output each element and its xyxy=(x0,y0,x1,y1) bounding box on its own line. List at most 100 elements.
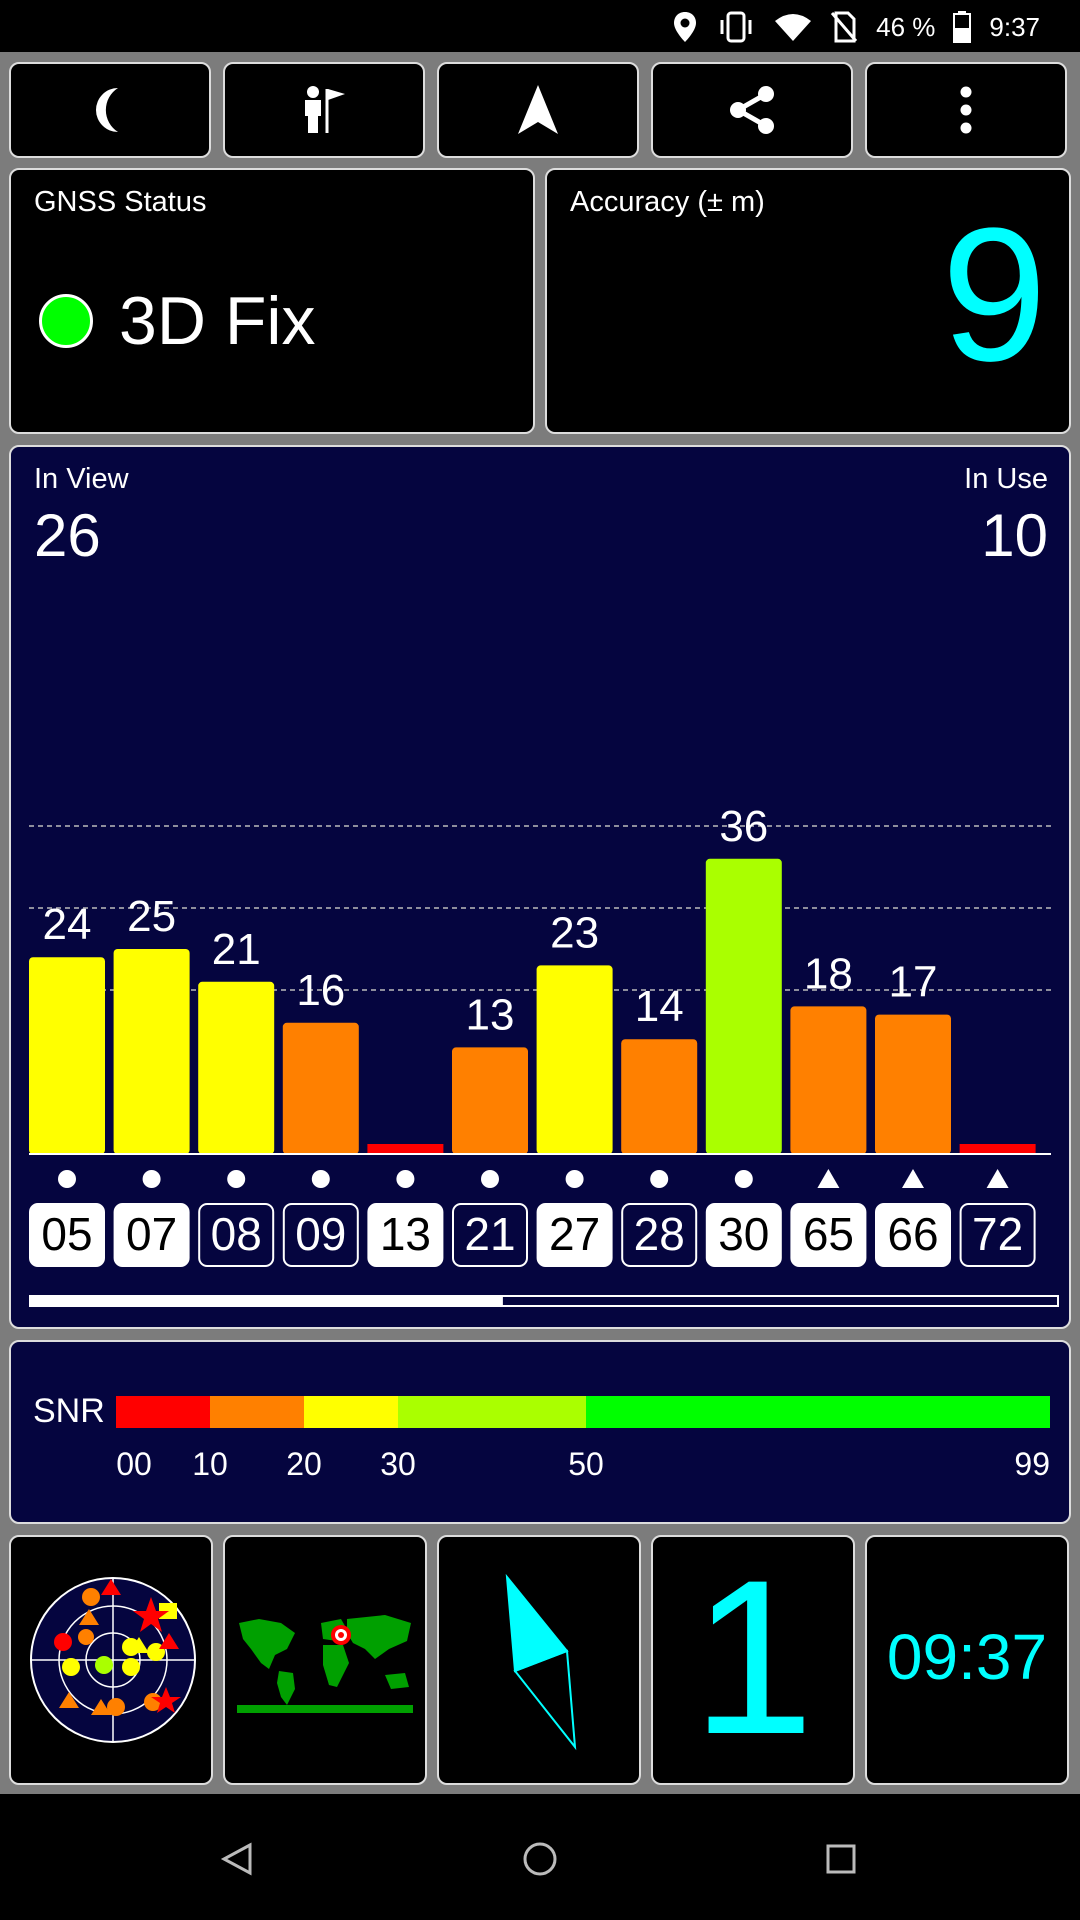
snr-scale-segment xyxy=(398,1396,586,1428)
bar-value-label: 21 xyxy=(212,925,261,974)
bar-value-label: 36 xyxy=(719,802,768,851)
bar-value-label: 18 xyxy=(804,949,853,998)
snr-bar-chart: 24 05 25 07 21 08 16 09 13 13 21 23 27 14 28 36 30 18 65 17… xyxy=(29,802,1059,1307)
signal-bar xyxy=(790,1006,867,1154)
constellation-marker-circle xyxy=(734,1170,753,1188)
constellation-marker-circle xyxy=(58,1170,76,1188)
world-map-icon xyxy=(237,1615,413,1713)
navigation-bar xyxy=(0,1794,1080,1920)
gnss-status-panel[interactable]: GNSS Status 3D Fix xyxy=(9,168,535,434)
battery-icon xyxy=(953,11,972,43)
signal-bar xyxy=(29,957,105,1154)
compass-tile[interactable] xyxy=(437,1535,641,1785)
navigation-button[interactable] xyxy=(437,62,639,158)
compass-icon xyxy=(505,1573,577,1751)
bar-value-label: 13 xyxy=(466,990,515,1039)
constellation-marker-circle xyxy=(650,1170,669,1188)
signal-bar xyxy=(198,981,275,1154)
prn-label: 13 xyxy=(380,1208,431,1260)
status-time: 9:37 xyxy=(989,11,1040,42)
bar-value-label: 24 xyxy=(43,900,92,949)
prn-label: 30 xyxy=(718,1208,769,1260)
snr-tick-label: 10 xyxy=(192,1446,228,1482)
scrollbar-thumb xyxy=(30,1296,503,1306)
status-bar: 46 % 9:37 xyxy=(0,0,1080,52)
snr-tick-label: 99 xyxy=(1014,1446,1050,1482)
satellite-signal-panel[interactable]: In View 26 In Use 10 24 05 25 07 21 08 16 09 13 1… xyxy=(9,445,1071,1329)
signal-bar xyxy=(113,949,190,1154)
prn-label: 05 xyxy=(41,1208,92,1260)
world-map-tile[interactable] xyxy=(223,1535,427,1785)
signal-bar xyxy=(536,965,613,1154)
sky-plot-icon xyxy=(30,1577,196,1743)
constellation-marker-triangle xyxy=(986,1169,1009,1188)
no-sim-icon xyxy=(830,11,858,43)
constellation-marker-triangle xyxy=(817,1169,840,1188)
prn-label: 72 xyxy=(972,1208,1023,1260)
constellation-marker-triangle xyxy=(902,1169,924,1188)
location-icon xyxy=(674,12,697,42)
home-icon xyxy=(523,1842,557,1876)
person-flag-icon xyxy=(305,86,345,133)
home-button[interactable] xyxy=(505,1824,575,1894)
constellation-marker-circle xyxy=(481,1170,499,1188)
accuracy-panel[interactable]: Accuracy (± m) 9 xyxy=(545,168,1071,434)
clock-value: 09:37 xyxy=(886,1621,1048,1693)
wifi-icon xyxy=(775,14,812,41)
snr-scale-segment xyxy=(304,1396,398,1428)
signal-bar xyxy=(959,1144,1036,1154)
snr-scale-segment xyxy=(116,1396,210,1428)
snr-tick-label: 20 xyxy=(286,1446,322,1482)
signal-bar xyxy=(705,858,782,1154)
accuracy-label: Accuracy (± m) xyxy=(570,186,765,218)
signal-bar xyxy=(367,1144,444,1154)
prn-label: 65 xyxy=(803,1208,854,1260)
person-flag-button[interactable] xyxy=(223,62,425,158)
constellation-marker-circle xyxy=(565,1170,584,1188)
snr-tick-label: 00 xyxy=(116,1446,152,1482)
battery-percent: 46 % xyxy=(876,11,936,42)
prn-label: 28 xyxy=(634,1208,685,1260)
navigation-arrow-icon xyxy=(518,85,558,134)
prn-label: 21 xyxy=(464,1208,515,1260)
share-button[interactable] xyxy=(651,62,853,158)
clock-tile[interactable]: 09:37 xyxy=(865,1535,1069,1785)
recents-button[interactable] xyxy=(806,1824,876,1894)
bar-value-label: 17 xyxy=(889,958,938,1007)
vibrate-icon xyxy=(720,11,752,43)
back-icon xyxy=(220,1842,252,1876)
constellation-marker-circle xyxy=(396,1170,415,1188)
more-options-button[interactable] xyxy=(865,62,1067,158)
prn-label: 66 xyxy=(887,1208,938,1260)
share-icon xyxy=(730,86,774,134)
signal-bar xyxy=(282,1022,359,1154)
signal-bar xyxy=(452,1047,528,1154)
bar-value-label: 14 xyxy=(635,982,684,1031)
snr-scale-segment xyxy=(210,1396,304,1428)
snr-scale-segment xyxy=(586,1396,1050,1428)
snr-tick-label: 30 xyxy=(380,1446,416,1482)
prn-label: 09 xyxy=(295,1208,346,1260)
bar-value-label: 25 xyxy=(127,892,176,941)
constellation-marker-circle xyxy=(227,1170,246,1188)
accuracy-value: 9 xyxy=(941,189,1047,401)
count-value: 1 xyxy=(691,1534,815,1780)
sky-plot-tile[interactable] xyxy=(9,1535,213,1785)
prn-label: 27 xyxy=(549,1208,600,1260)
signal-bar xyxy=(875,1014,951,1154)
bar-value-label: 16 xyxy=(296,966,345,1015)
snr-legend-panel: SNR 00 10 20 30 50 99 xyxy=(9,1340,1071,1524)
back-button[interactable] xyxy=(202,1824,272,1894)
constellation-marker-circle xyxy=(142,1170,161,1188)
prn-label: 07 xyxy=(126,1208,177,1260)
fix-status: 3D Fix xyxy=(119,283,316,359)
satellite-count-tile[interactable]: 1 xyxy=(651,1535,855,1785)
prn-label: 08 xyxy=(211,1208,262,1260)
snr-color-scale: 00 10 20 30 50 99 xyxy=(116,1396,1050,1482)
night-mode-button[interactable] xyxy=(9,62,211,158)
constellation-marker-circle xyxy=(311,1170,330,1188)
more-vert-icon xyxy=(960,86,972,134)
signal-bar xyxy=(621,1039,698,1154)
gnss-status-label: GNSS Status xyxy=(34,186,207,218)
bar-value-label: 23 xyxy=(550,908,599,957)
